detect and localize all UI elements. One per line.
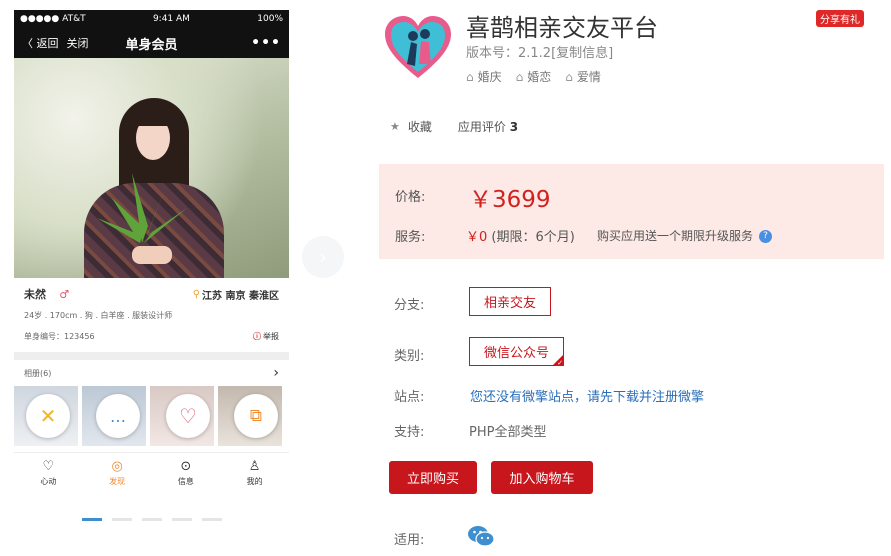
chevron-right-icon[interactable]: › <box>273 365 279 381</box>
tag-list: ⌂ 婚庆 ⌂ 婚恋 ⌂ 爱情 <box>466 68 601 85</box>
profile-location: 江苏 南京 秦淮区 <box>202 290 279 302</box>
tag-label: 婚恋 <box>527 70 552 84</box>
category-option[interactable]: 微信公众号 ✓ <box>469 337 565 367</box>
tab-label: 发现 <box>109 476 126 486</box>
category-value: 微信公众号 <box>484 346 550 361</box>
tag[interactable]: ⌂ 爱情 <box>565 68 601 85</box>
tag-label: 爱情 <box>576 70 601 84</box>
tab-bar: ♡ 心动 ◎ 发现 ⊙ 信息 ♙ 我的 <box>14 452 289 492</box>
compass-icon: ◎ <box>111 458 123 474</box>
tag-icon: ⌂ <box>466 69 474 84</box>
service-price: ￥0 (期限：6个月) <box>466 226 575 245</box>
member-id: 单身编号：123456 <box>24 331 95 341</box>
back-button[interactable]: 〈 返回 <box>22 35 59 51</box>
version-info[interactable]: 版本号：2.1.2[复制信息] <box>466 42 613 61</box>
profile-photo <box>14 58 289 278</box>
report-button[interactable]: ⓘ 举报 <box>253 331 279 342</box>
app-title: 喜鹊相亲交友平台 <box>466 14 658 42</box>
price-value: ￥3699 <box>469 187 551 213</box>
tag[interactable]: ⌂ 婚恋 <box>516 68 552 85</box>
nav-bar: 〈 返回 关闭 单身会员 ••• <box>14 28 289 58</box>
warning-icon: ⓘ <box>253 331 261 341</box>
tag-icon: ⌂ <box>565 69 573 84</box>
report-label: 举报 <box>263 331 279 341</box>
share-badge[interactable]: 分享有礼 <box>816 10 864 27</box>
dislike-button[interactable]: ✕ <box>26 394 70 438</box>
like-button[interactable]: ♡ <box>166 394 210 438</box>
price-label: 价格: <box>395 190 426 205</box>
carousel-dot[interactable] <box>172 518 192 521</box>
app-logo <box>385 16 451 78</box>
tab-message[interactable]: ⊙ 信息 <box>178 459 194 487</box>
applicable-label: 适用: <box>394 533 425 548</box>
carrier: ●●●●● AT&T <box>20 14 86 24</box>
carousel-dots <box>82 518 222 521</box>
profile-name: 未然 <box>24 288 46 301</box>
service-promo-text: 购买应用送一个期限升级服务 <box>597 229 754 243</box>
battery: 100% <box>257 14 283 24</box>
category-label: 类别: <box>394 349 425 364</box>
favorite-button[interactable]: ★ 收藏 <box>390 118 432 135</box>
rating-count: 3 <box>509 120 519 134</box>
tab-label: 我的 <box>246 476 263 486</box>
add-to-cart-button[interactable]: 加入购物车 <box>491 461 593 494</box>
profile-details: 24岁 . 170cm . 狗 . 白羊座 . 服装设计师 <box>24 311 173 320</box>
tab-discover[interactable]: ◎ 发现 <box>109 459 125 487</box>
site-link[interactable]: 您还没有微擎站点，请先下载并注册微擎 <box>470 386 704 405</box>
leaf-illustration <box>97 173 187 243</box>
copy-button[interactable]: ⧉ <box>234 394 278 438</box>
tab-me[interactable]: ♙ 我的 <box>247 459 263 487</box>
service-price-amount: ￥0 <box>466 230 488 245</box>
chevron-right-icon: › <box>319 245 327 269</box>
wechat-icon <box>468 526 495 547</box>
carousel-dot[interactable] <box>82 518 102 521</box>
location-pin-icon: ⚲ <box>192 288 201 300</box>
site-label: 站点: <box>394 390 425 405</box>
carousel-dot[interactable] <box>202 518 222 521</box>
service-promo: 购买应用送一个期限升级服务? <box>597 227 773 244</box>
chat-button[interactable]: … <box>96 394 140 438</box>
service-term: (期限：6个月) <box>491 230 575 245</box>
male-icon: ♂ <box>59 288 70 301</box>
support-value: PHP全部类型 <box>469 425 547 440</box>
tag-icon: ⌂ <box>515 69 524 84</box>
tab-label: 信息 <box>177 476 194 486</box>
star-icon: ★ <box>390 120 400 133</box>
rating[interactable]: 应用评价 3 <box>458 118 518 135</box>
branch-label: 分支: <box>394 298 425 313</box>
more-icon[interactable]: ••• <box>251 35 281 51</box>
status-bar: ●●●●● AT&T 9:41 AM 100% <box>14 10 289 28</box>
price-box: 价格: ￥3699 服务: ￥0 (期限：6个月) 购买应用送一个期限升级服务? <box>379 164 884 259</box>
message-icon: ⊙ <box>180 458 192 474</box>
carousel-dot[interactable] <box>112 518 132 521</box>
buy-now-button[interactable]: 立即购买 <box>389 461 477 494</box>
tag[interactable]: ⌂ 婚庆 <box>466 68 502 85</box>
phone-preview: ●●●●● AT&T 9:41 AM 100% 〈 返回 关闭 单身会员 ••• <box>14 10 289 510</box>
album-label: 相册(6) <box>24 368 52 378</box>
service-label: 服务: <box>395 230 426 245</box>
tab-heart[interactable]: ♡ 心动 <box>40 459 56 487</box>
branch-option[interactable]: 相亲交友 <box>469 287 552 316</box>
status-time: 9:41 AM <box>152 14 190 24</box>
next-arrow-button[interactable]: › <box>302 236 344 278</box>
heart-icon: ♡ <box>42 458 55 474</box>
tag-label: 婚庆 <box>477 70 502 84</box>
close-button[interactable]: 关闭 <box>67 35 89 51</box>
support-label: 支持: <box>394 425 425 440</box>
favorite-label: 收藏 <box>407 120 432 134</box>
carousel-dot[interactable] <box>142 518 162 521</box>
check-icon: ✓ <box>557 359 564 367</box>
rating-label: 应用评价 <box>457 120 506 134</box>
tab-label: 心动 <box>40 476 57 486</box>
user-icon: ♙ <box>248 458 261 474</box>
album-thumbnails: ✕ … ♡ ⧉ <box>14 386 289 446</box>
help-icon[interactable]: ? <box>759 230 773 243</box>
